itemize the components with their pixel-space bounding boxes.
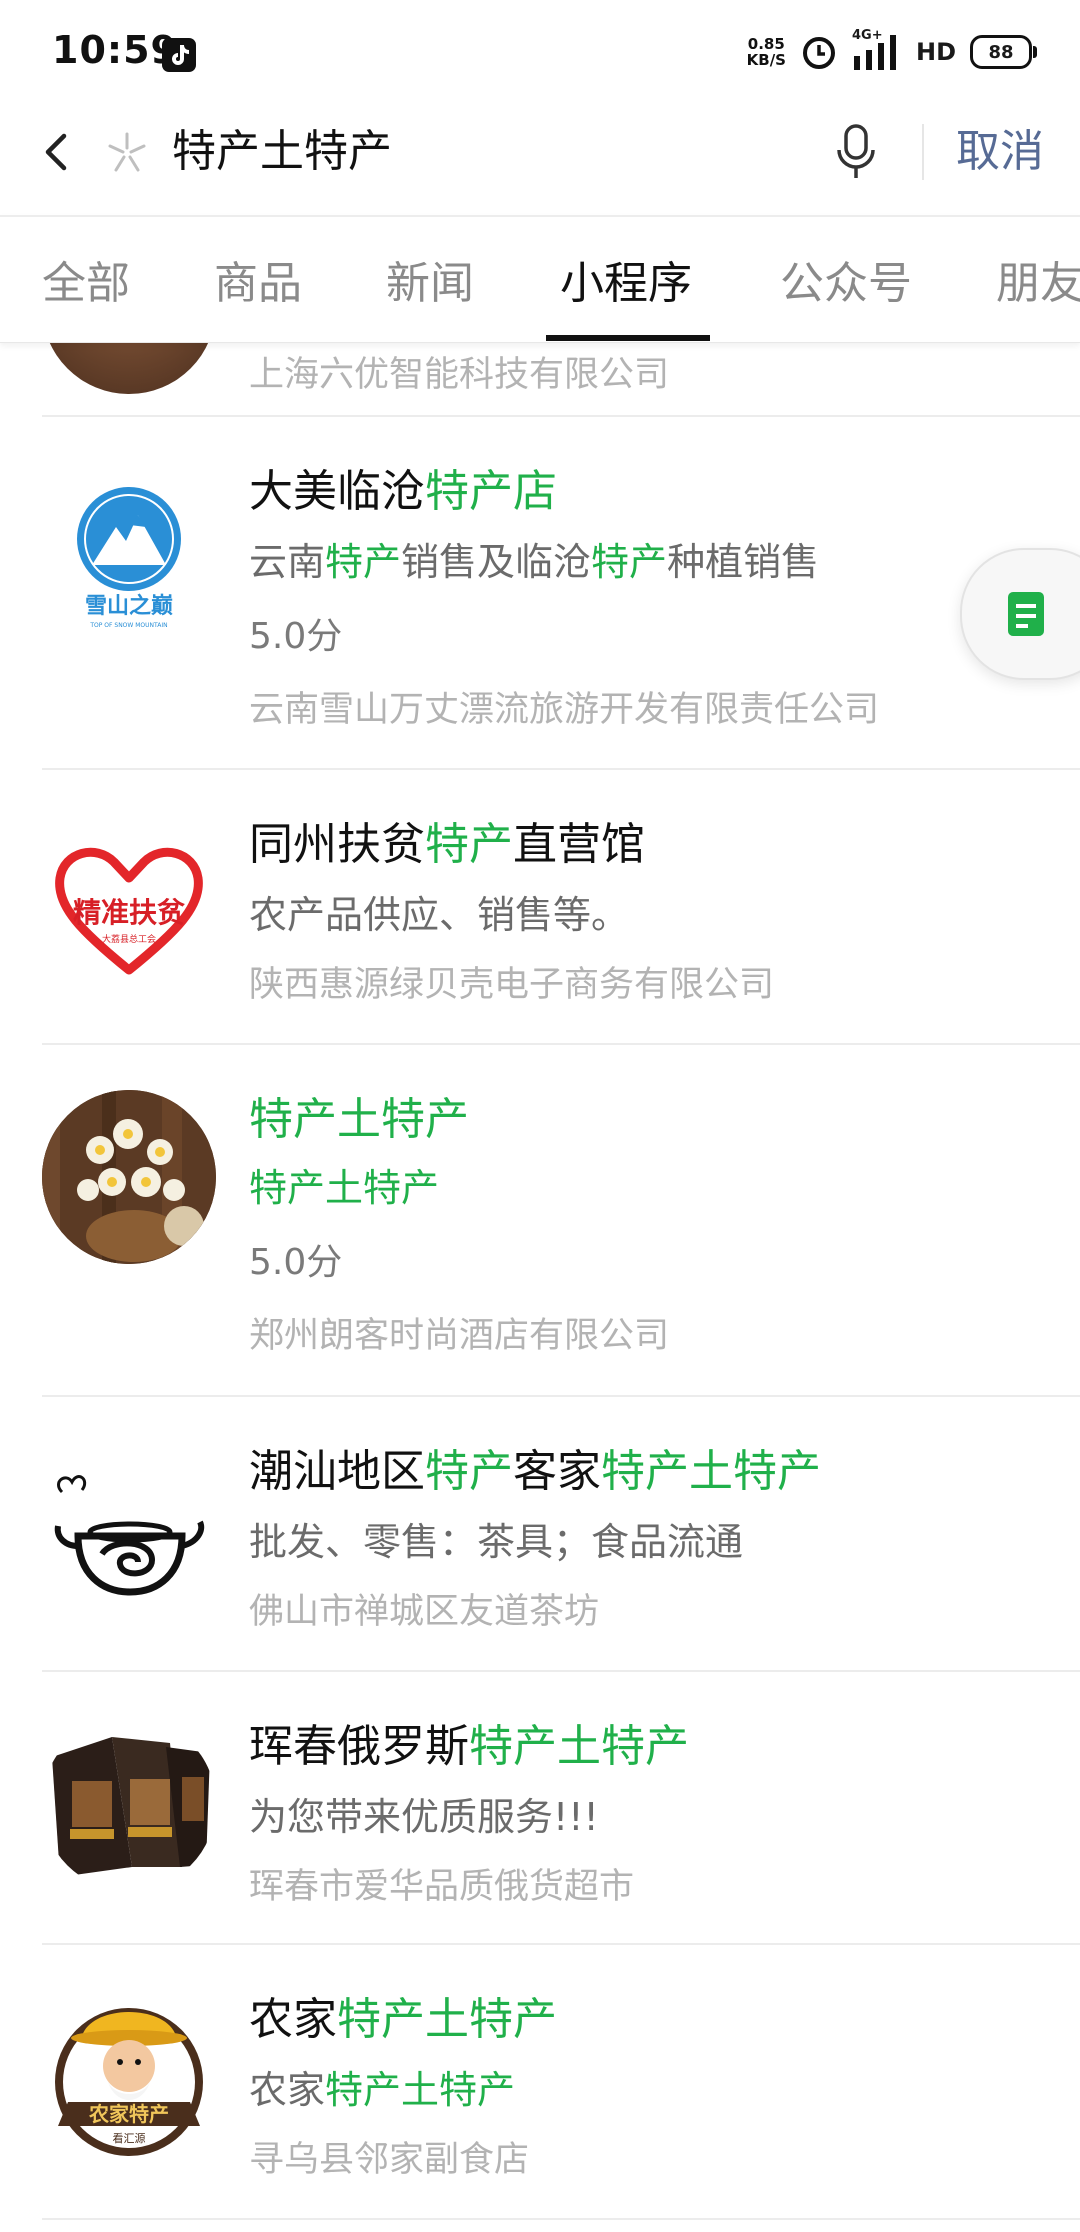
result-description: 特产土特产	[249, 1166, 440, 1210]
result-company: 陕西惠源绿贝壳电子商务有限公司	[249, 965, 775, 1005]
active-tab-indicator	[546, 335, 710, 341]
list-item[interactable]: 农家特产 看汇源 农家特产土特产 农家特产土特产 寻乌县邻家副食店	[0, 1945, 1080, 2220]
avatar	[42, 340, 216, 394]
result-company: 珲春市爱华品质俄货超市	[249, 1867, 635, 1907]
result-title: 特产土特产	[249, 1094, 469, 1145]
avatar: 农家特产 看汇源	[42, 1990, 216, 2164]
svg-text:大荔县总工会: 大荔县总工会	[102, 933, 156, 945]
net-speed: 0.85 KB/S	[746, 35, 786, 69]
svg-text:TOP OF SNOW MOUNTAIN: TOP OF SNOW MOUNTAIN	[89, 622, 167, 629]
result-description: 农家特产土特产	[249, 2068, 516, 2112]
result-title: 潮汕地区特产客家特产土特产	[249, 1446, 821, 1497]
tab-products[interactable]: 商品	[214, 247, 302, 311]
result-description: 农产品供应、销售等。	[249, 893, 630, 937]
avatar: 雪山之巅 TOP OF SNOW MOUNTAIN	[42, 467, 216, 641]
result-score: 5.0分	[249, 1242, 343, 1283]
list-item[interactable]: 上海六优智能科技有限公司	[0, 340, 1080, 417]
list-item[interactable]: 珲春俄罗斯特产土特产 为您带来优质服务!!! 珲春市爱华品质俄货超市	[0, 1672, 1080, 1945]
result-company: 佛山市禅城区友道茶坊	[249, 1592, 600, 1632]
tab-news[interactable]: 新闻	[386, 247, 474, 311]
note-icon	[1008, 592, 1044, 636]
back-button[interactable]	[30, 122, 90, 182]
tab-mini-programs[interactable]: 小程序	[560, 247, 692, 311]
sparkle-icon	[108, 132, 146, 172]
avatar: 精准扶贫 大荔县总工会	[42, 820, 216, 994]
voice-input-button[interactable]	[830, 120, 882, 184]
result-title: 农家特产土特产	[249, 1994, 557, 2045]
avatar	[42, 1717, 216, 1891]
svg-text:看汇源: 看汇源	[113, 2131, 146, 2145]
result-title: 同州扶贫特产直营馆	[249, 819, 645, 870]
status-bar: 10:59 0.85 KB/S 4G+ HD 88	[0, 0, 1080, 100]
list-item[interactable]: 特产土特产 特产土特产 5.0分 郑州朗客时尚酒店有限公司	[0, 1045, 1080, 1397]
list-item[interactable]: 雪山之巅 TOP OF SNOW MOUNTAIN 大美临沧特产店 云南特产销售…	[0, 417, 1080, 770]
microphone-icon	[837, 124, 875, 178]
result-title: 珲春俄罗斯特产土特产	[249, 1721, 689, 1772]
back-arrow-icon	[45, 133, 67, 171]
result-company: 郑州朗客时尚酒店有限公司	[249, 1316, 670, 1356]
results-list: 上海六优智能科技有限公司 雪山之巅 TOP OF SNOW MOUNTAIN 大…	[0, 340, 1080, 2232]
list-item[interactable]: 潮汕地区特产客家特产土特产 批发、零售：茶具；食品流通 佛山市禅城区友道茶坊	[0, 1397, 1080, 1672]
result-title: 大美临沧特产店	[249, 466, 557, 517]
floating-note-button[interactable]	[960, 548, 1080, 680]
tiktok-icon	[162, 38, 196, 72]
avatar	[42, 1442, 216, 1616]
result-description: 批发、零售：茶具；食品流通	[249, 1520, 744, 1564]
svg-text:农家特产: 农家特产	[88, 2102, 169, 2126]
cancel-button[interactable]: 取消	[956, 120, 1044, 184]
result-company: 上海六优智能科技有限公司	[249, 355, 670, 395]
result-company: 云南雪山万丈漂流旅游开发有限责任公司	[249, 690, 880, 730]
search-input[interactable]: 特产土特产	[172, 120, 392, 184]
svg-text:精准扶贫: 精准扶贫	[73, 896, 185, 929]
svg-text:雪山之巅: 雪山之巅	[85, 593, 173, 619]
header-divider	[922, 124, 924, 180]
result-description: 为您带来优质服务!!!	[249, 1795, 599, 1839]
list-item[interactable]: 精准扶贫 大荔县总工会 同州扶贫特产直营馆 农产品供应、销售等。 陕西惠源绿贝壳…	[0, 770, 1080, 1045]
avatar	[42, 1090, 216, 1264]
hd-icon: HD	[915, 38, 956, 66]
result-score: 5.0分	[249, 616, 343, 657]
tab-official-accounts[interactable]: 公众号	[780, 247, 912, 311]
alarm-icon	[802, 37, 835, 69]
battery-icon: 88	[970, 35, 1037, 69]
result-description: 云南特产销售及临沧特产种植销售	[249, 540, 820, 584]
result-company: 寻乌县邻家副食店	[249, 2140, 530, 2180]
search-header: 特产土特产 取消	[0, 100, 1080, 215]
signal-icon: 4G+	[852, 28, 902, 72]
tab-friends[interactable]: 朋友	[996, 247, 1080, 311]
status-time: 10:59	[52, 28, 178, 72]
divider	[42, 2218, 1080, 2220]
category-tabs: 全部 商品 新闻 小程序 公众号 朋友	[0, 215, 1080, 343]
tab-all[interactable]: 全部	[42, 247, 130, 311]
status-icons: 0.85 KB/S 4G+ HD 88	[746, 28, 1037, 74]
